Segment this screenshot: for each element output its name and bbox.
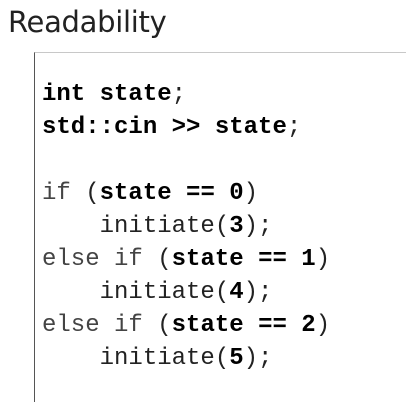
code-line-input: std::cin >> state; <box>42 111 330 144</box>
extraction-operator: >> <box>171 114 201 141</box>
equality-operator: == <box>186 180 215 207</box>
input-stream: std::cin <box>42 114 158 141</box>
variable-name: state <box>214 114 287 141</box>
compare-value: 0 <box>229 180 244 207</box>
compare-value: 2 <box>301 312 316 339</box>
if-keyword: if <box>42 180 71 207</box>
code-line-else-if: else if (state == 2) <box>42 309 330 342</box>
code-line-call: initiate(3); <box>42 210 330 243</box>
open-paren: ( <box>157 246 172 273</box>
close-paren: ) <box>315 246 331 273</box>
close-paren: ) <box>315 312 331 339</box>
code-block: int state; std::cin >> state; if (state … <box>42 78 330 375</box>
call-open-paren: ( <box>214 213 230 240</box>
call-open-paren: ( <box>214 345 230 372</box>
call-open-paren: ( <box>214 279 230 306</box>
code-line-call: initiate(5); <box>42 342 330 375</box>
semicolon: ; <box>286 114 302 141</box>
code-line-call: initiate(4); <box>42 276 330 309</box>
function-name: initiate <box>99 279 215 306</box>
call-argument: 3 <box>229 213 244 240</box>
condition-variable: state <box>171 312 244 339</box>
call-close: ); <box>243 279 273 306</box>
close-paren: ) <box>243 180 259 207</box>
compare-value: 1 <box>301 246 316 273</box>
type-keyword: int <box>42 81 86 108</box>
call-argument: 5 <box>229 345 244 372</box>
open-paren: ( <box>85 180 100 207</box>
function-name: initiate <box>99 213 215 240</box>
slide-title: Readability <box>8 5 167 39</box>
call-close: ); <box>243 213 273 240</box>
function-name: initiate <box>99 345 215 372</box>
condition-variable: state <box>171 246 244 273</box>
open-paren: ( <box>157 312 172 339</box>
call-close: ); <box>243 345 273 372</box>
code-line-else-if: else if (state == 1) <box>42 243 330 276</box>
else-if-keyword: else if <box>42 246 143 273</box>
code-line-if: if (state == 0) <box>42 177 330 210</box>
equality-operator: == <box>258 246 287 273</box>
condition-variable: state <box>99 180 172 207</box>
else-if-keyword: else if <box>42 312 143 339</box>
semicolon: ; <box>171 81 187 108</box>
code-line-declaration: int state; <box>42 78 330 111</box>
equality-operator: == <box>258 312 287 339</box>
call-argument: 4 <box>229 279 244 306</box>
variable-name: state <box>99 81 172 108</box>
